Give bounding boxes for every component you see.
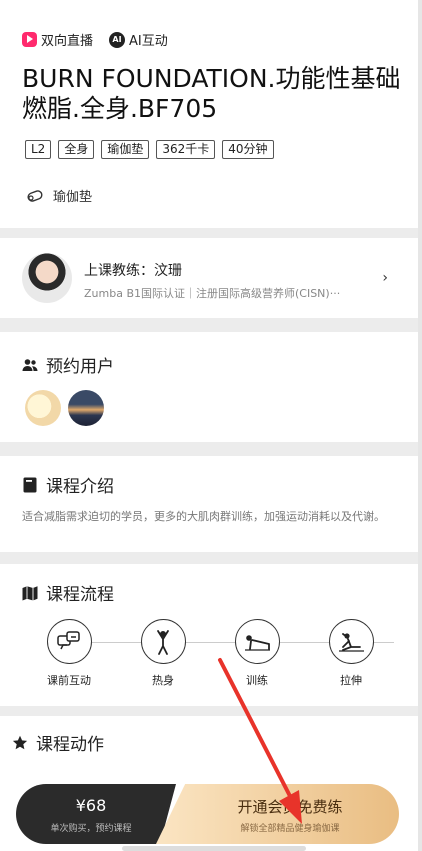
price-label: ¥68 <box>75 796 107 815</box>
circle <box>46 619 92 664</box>
course-intro-section: 课程介绍 适合减脂需求迫切的学员，更多的大肌肉群训练，加强运动消耗以及代谢。 <box>0 456 418 552</box>
chip-equipment: 瑜伽垫 <box>101 140 150 159</box>
flow-step-label: 课前互动 <box>47 674 91 687</box>
flow-step-label: 训练 <box>246 674 268 687</box>
section-header-intro: 课程介绍 <box>22 472 114 497</box>
coach-name: 上课教练：汶珊 <box>84 263 182 279</box>
users-icon <box>22 358 38 371</box>
course-flow-section: 课程流程 课前互动 热身 训练 拉伸 <box>0 564 418 706</box>
course-chips: L2 全身 瑜伽垫 362千卡 40分钟 <box>25 140 281 159</box>
page-title: BURN FOUNDATION.功能性基础燃脂.全身.BF705 <box>22 64 401 123</box>
scroll-edge <box>418 0 422 851</box>
tag-ai: AI AI互动 <box>109 30 168 49</box>
flow-step-training: 训练 <box>222 619 292 688</box>
yoga-mat-icon <box>27 189 43 202</box>
coach-avatar <box>22 253 72 303</box>
section-header-users: 预约用户 <box>22 352 114 377</box>
stretch-icon <box>339 632 364 652</box>
section-title-flow: 课程流程 <box>46 585 114 605</box>
tag-live-label: 双向直播 <box>41 34 94 49</box>
circle <box>328 619 374 664</box>
section-title-intro: 课程介绍 <box>46 477 114 497</box>
flow-step-stretch: 拉伸 <box>316 619 386 688</box>
vip-subtitle: 解锁全部精品健身瑜伽课 <box>240 824 340 834</box>
circle <box>140 619 186 664</box>
flow-step-label: 拉伸 <box>340 674 362 687</box>
map-icon <box>22 585 38 600</box>
reserved-users-section: 预约用户 <box>0 332 418 442</box>
vip-label: 开通会员免费练 <box>237 798 343 816</box>
avatar[interactable] <box>25 390 61 426</box>
warmup-icon <box>157 629 169 655</box>
flow-step-label: 热身 <box>152 674 174 687</box>
chip-calories: 362千卡 <box>156 140 216 159</box>
book-icon <box>23 477 37 492</box>
live-icon <box>22 32 37 47</box>
equipment-row: 瑜伽垫 <box>26 186 92 205</box>
plank-icon <box>245 634 270 651</box>
feature-tags: 双向直播 AI AI互动 <box>22 30 184 49</box>
coach-description: Zumba B1国际认证｜注册国际高级营养师(CISN)··· <box>84 287 341 300</box>
star-icon <box>12 735 28 749</box>
section-header-moves: 课程动作 <box>12 730 104 755</box>
chevron-right-icon: › <box>382 270 388 286</box>
avatar[interactable] <box>68 390 104 426</box>
intro-text: 适合减脂需求迫切的学员，更多的大肌肉群训练，加强运动消耗以及代谢。 <box>22 510 385 523</box>
course-header: 双向直播 AI AI互动 BURN FOUNDATION.功能性基础燃脂.全身.… <box>0 0 418 228</box>
chip-level: L2 <box>25 140 52 159</box>
flow-step-interaction: 课前互动 <box>34 619 104 688</box>
equipment-label: 瑜伽垫 <box>53 190 93 205</box>
section-header-flow: 课程流程 <box>22 580 114 605</box>
home-indicator <box>122 846 306 851</box>
chip-duration: 40分钟 <box>222 140 274 159</box>
price-subtitle: 单次购买，预约课程 <box>50 824 132 834</box>
coach-row[interactable]: 上课教练：汶珊 Zumba B1国际认证｜注册国际高级营养师(CISN)··· … <box>0 238 418 318</box>
flow-step-warmup: 热身 <box>128 619 198 688</box>
chip-body: 全身 <box>58 140 95 159</box>
section-title-users: 预约用户 <box>46 357 114 377</box>
ai-icon: AI <box>109 31 126 48</box>
section-title-moves: 课程动作 <box>36 735 104 755</box>
tag-live: 双向直播 <box>22 30 93 49</box>
chat-icon <box>57 630 80 649</box>
tag-ai-label: AI互动 <box>129 34 168 49</box>
purchase-bar: ¥68 单次购买，预约课程 开通会员免费练 解锁全部精品健身瑜伽课 <box>16 784 399 844</box>
circle <box>234 619 280 664</box>
